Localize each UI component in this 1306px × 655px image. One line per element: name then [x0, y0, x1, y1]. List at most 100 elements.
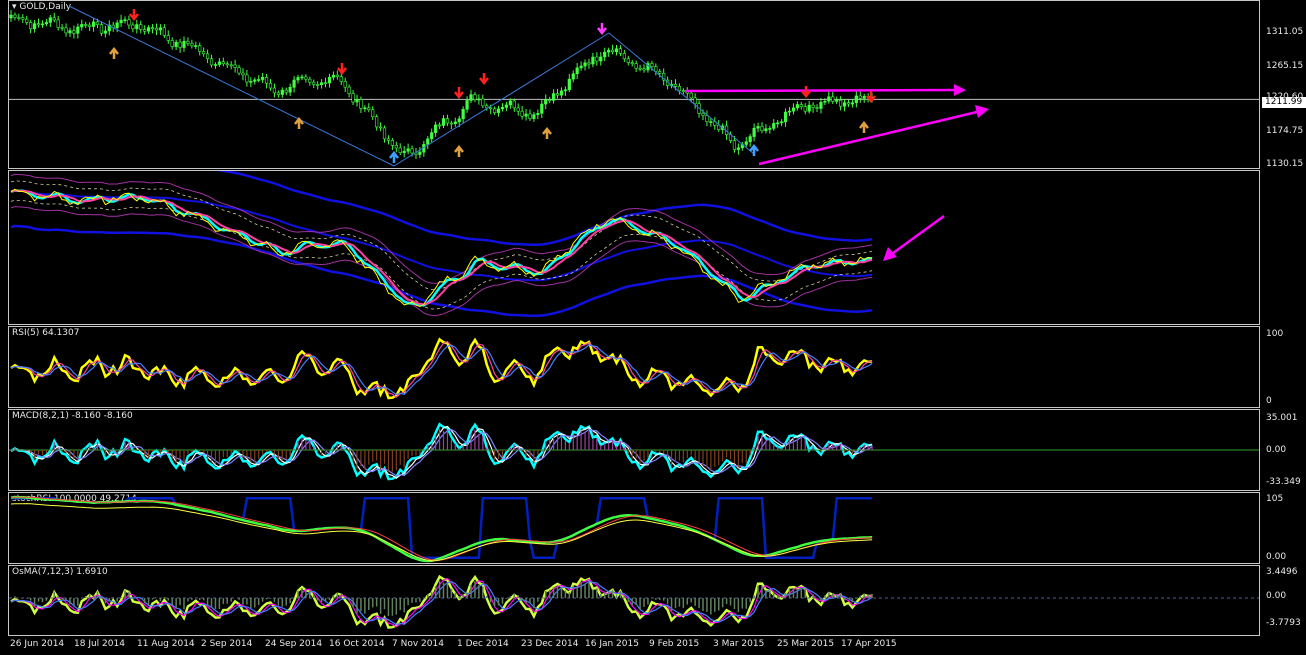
price-candle: [862, 96, 866, 99]
price-candle: [131, 24, 135, 30]
macd-axis-tick: -33.349: [1266, 477, 1301, 487]
price-candle: [591, 56, 595, 65]
stochrsi-chart-canvas[interactable]: [9, 493, 1260, 564]
price-candle: [68, 30, 72, 34]
price-candle: [563, 89, 567, 92]
time-tick: 11 Aug 2014: [137, 639, 195, 649]
osma-pane[interactable]: OsMA(7,12,3) 1.6910: [8, 565, 1260, 636]
price-candle: [481, 98, 485, 107]
price-candle: [36, 23, 41, 26]
price-candle: [819, 101, 823, 109]
price-candle: [280, 89, 284, 95]
price-candle: [343, 81, 347, 88]
price-candle: [320, 82, 324, 85]
price-candle: [17, 17, 21, 19]
price-candle: [732, 140, 737, 150]
price-candle: [610, 49, 615, 53]
osma-chart-canvas[interactable]: [9, 566, 1260, 636]
price-candle: [846, 102, 851, 105]
price-candle: [493, 108, 497, 113]
price-candle: [835, 99, 839, 102]
price-candle: [99, 24, 104, 34]
price-pane[interactable]: ▾ GOLD,Daily: [8, 0, 1260, 169]
price-candle: [473, 94, 477, 101]
price-candle: [850, 102, 855, 105]
price-candle: [182, 41, 186, 48]
price-candle: [528, 113, 532, 119]
price-candle: [64, 27, 68, 34]
rsi-chart-canvas[interactable]: [9, 327, 1260, 408]
price-candle: [551, 93, 556, 101]
price-candle: [854, 95, 858, 104]
price-candle: [13, 14, 17, 18]
price-candle: [434, 124, 438, 133]
price-candle: [681, 90, 685, 92]
price-chart-canvas[interactable]: [9, 1, 1260, 169]
price-candle: [9, 14, 13, 19]
macd-chart-canvas[interactable]: [9, 410, 1260, 491]
price-candle: [642, 68, 646, 71]
time-tick: 26 Jun 2014: [10, 639, 65, 649]
price-candle: [548, 99, 552, 102]
price-candle: [95, 21, 100, 25]
price-candle: [44, 22, 48, 25]
price-candle: [351, 93, 355, 103]
time-tick: 24 Sep 2014: [265, 639, 323, 649]
price-candle: [194, 45, 198, 47]
price-candle: [29, 22, 33, 30]
buy-arrow-icon: [294, 116, 304, 129]
price-candle: [339, 76, 343, 82]
price-candle: [48, 17, 52, 23]
price-tick: 1265.15: [1266, 61, 1304, 71]
price-candle: [607, 49, 611, 53]
price-candle: [858, 95, 862, 99]
fast-ma-line: [10, 189, 873, 307]
stochrsi-pane[interactable]: stochRSI 100.0000 49.2714: [8, 492, 1260, 564]
annotation-arrow-line: [888, 214, 945, 258]
price-candle: [693, 97, 697, 105]
price-candle: [233, 64, 237, 68]
price-candle: [221, 61, 225, 65]
price-candle: [705, 115, 709, 122]
price-candle: [842, 102, 847, 107]
macd-axis-tick: 35.001: [1266, 413, 1298, 423]
price-candle: [162, 27, 166, 36]
rsi-pane[interactable]: RSI(5) 64.1307: [8, 326, 1260, 408]
time-axis[interactable]: 26 Jun 2014 18 Jul 2014 11 Aug 2014 2 Se…: [0, 636, 1262, 655]
price-candle: [390, 140, 394, 146]
price-candle: [241, 72, 245, 76]
bands-chart-canvas[interactable]: [9, 171, 1260, 325]
price-candle: [587, 62, 591, 65]
price-candle: [630, 62, 634, 64]
price-candle: [811, 104, 815, 108]
time-tick: 17 Apr 2015: [841, 639, 897, 649]
price-candle: [316, 84, 320, 86]
price-candle: [650, 63, 654, 67]
price-candle: [677, 86, 682, 91]
macd-pane[interactable]: MACD(8,2,1) -8.160 -8.160: [8, 409, 1260, 491]
price-candle: [579, 65, 583, 69]
price-candle: [445, 118, 450, 124]
price-candle: [127, 19, 131, 26]
price-candle: [135, 24, 139, 30]
price-candle: [449, 122, 453, 125]
bands-pane[interactable]: [8, 170, 1260, 325]
price-candle: [245, 74, 249, 83]
price-candle: [213, 64, 218, 66]
price-candle: [119, 19, 123, 24]
current-price-tag: 1211.99: [1262, 97, 1306, 108]
price-candle: [355, 99, 359, 103]
time-tick: 1 Dec 2014: [457, 639, 509, 649]
price-candle: [512, 100, 516, 109]
stochrsi-axis-tick: 0.00: [1266, 552, 1287, 562]
price-candle: [799, 104, 803, 107]
price-candle: [170, 40, 174, 47]
time-tick: 25 Mar 2015: [777, 639, 835, 649]
price-candle: [225, 63, 229, 66]
price-candle: [186, 41, 190, 44]
price-candle: [308, 78, 312, 83]
price-candle: [21, 17, 25, 20]
price-candle: [375, 116, 379, 128]
price-candle: [839, 99, 843, 107]
price-candle: [823, 100, 827, 103]
